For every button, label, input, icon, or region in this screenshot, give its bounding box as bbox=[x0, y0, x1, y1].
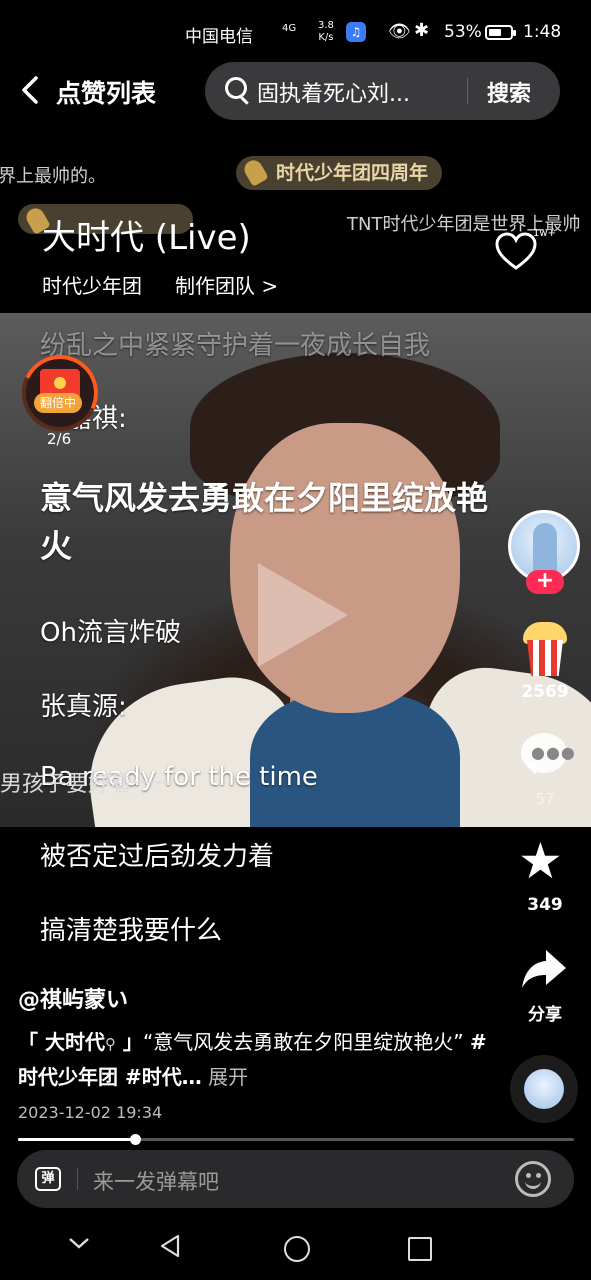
danmaku-input[interactable]: 来一发弹幕吧 bbox=[93, 1166, 219, 1196]
star-icon[interactable]: ★ bbox=[518, 836, 563, 886]
lyric-line: 被否定过后劲发力着 bbox=[40, 842, 275, 872]
heart-icon bbox=[495, 232, 537, 270]
nav-back-button[interactable] bbox=[158, 1233, 182, 1263]
comment-icon[interactable]: ●●● bbox=[521, 733, 575, 779]
network-speed: 3.8 K/s bbox=[318, 20, 334, 43]
progress-fill bbox=[18, 1138, 135, 1141]
system-nav-bar bbox=[0, 1215, 591, 1280]
search-button[interactable]: 搜索 bbox=[487, 76, 531, 108]
clock: 1:48 bbox=[523, 22, 562, 42]
red-packet-badge: 翻倍中 bbox=[34, 393, 83, 413]
chevron-down-icon bbox=[69, 1238, 89, 1249]
song-like-button[interactable] bbox=[494, 232, 538, 272]
nav-hide-button[interactable] bbox=[67, 1229, 91, 1257]
status-bar: 中国电信 4G 3.8 K/s ♫ 👁 ✱ 53% 1:48 bbox=[0, 0, 591, 66]
play-icon[interactable] bbox=[258, 563, 348, 667]
favorite-count: 349 bbox=[527, 895, 563, 915]
divider bbox=[77, 1168, 78, 1190]
network-indicator: 4G bbox=[282, 23, 297, 34]
popcorn-icon[interactable] bbox=[521, 622, 569, 676]
microphone-icon bbox=[241, 157, 269, 187]
post-caption[interactable]: 「 大时代⚲ 」“意气风发去勇敢在夕阳里绽放艳火” #时代少年团 #时代… 展开 bbox=[18, 1026, 498, 1094]
emoji-icon[interactable] bbox=[515, 1161, 551, 1197]
share-icon[interactable] bbox=[520, 948, 568, 1000]
carrier-label: 中国电信 bbox=[185, 27, 253, 47]
author-name[interactable]: @祺屿蒙い bbox=[18, 982, 128, 1014]
video-figure-shirt bbox=[250, 693, 460, 827]
lyric-line: 搞清楚我要什么 bbox=[40, 916, 223, 946]
search-icon bbox=[225, 77, 247, 99]
danmaku-comment: 男孩子要好看一一 bbox=[0, 772, 177, 797]
bluetooth-icon: ✱ bbox=[414, 20, 430, 41]
video-progress-bar[interactable] bbox=[18, 1134, 574, 1145]
lyric-current-line: 意气风发去勇敢在夕阳里绽放艳火 bbox=[40, 479, 489, 565]
danmaku-input-bar[interactable]: 弹 来一发弹幕吧 bbox=[17, 1150, 574, 1208]
follow-button[interactable]: + bbox=[526, 570, 564, 594]
chevron-left-icon bbox=[22, 76, 38, 104]
post-date: 2023-12-02 19:34 bbox=[18, 1103, 163, 1122]
expand-button[interactable]: 展开 bbox=[202, 1065, 248, 1089]
eye-icon: 👁 bbox=[388, 21, 411, 42]
music-disc-icon[interactable] bbox=[510, 1055, 578, 1123]
song-title[interactable]: 大时代 (Live) bbox=[42, 210, 251, 259]
like-count: 2569 bbox=[521, 682, 569, 702]
triangle-back-icon bbox=[160, 1234, 180, 1258]
search-input[interactable]: 固执着死心刘... bbox=[257, 76, 447, 108]
lyric-line: 张真源: bbox=[40, 692, 127, 722]
share-label: 分享 bbox=[528, 1005, 562, 1025]
search-icon: ⚲ bbox=[104, 1035, 116, 1053]
nav-home-button[interactable] bbox=[284, 1236, 310, 1262]
lyric-line: 纷乱之中紧紧守护着一夜成长自我 bbox=[40, 331, 431, 361]
search-divider bbox=[467, 78, 468, 104]
danmaku-toggle-icon[interactable]: 弹 bbox=[35, 1167, 61, 1191]
page-title: 点赞列表 bbox=[56, 79, 157, 108]
song-like-count: 1w+ bbox=[533, 228, 556, 239]
credits-link[interactable]: 制作团队 > bbox=[175, 270, 278, 299]
danmaku-comment: 界上最帅的。 bbox=[0, 166, 106, 187]
nav-recents-button[interactable] bbox=[408, 1237, 432, 1261]
back-button[interactable] bbox=[18, 72, 52, 112]
caption-song-link[interactable]: 大时代 bbox=[45, 1030, 105, 1054]
comment-count: 57 bbox=[535, 790, 555, 808]
progress-handle[interactable] bbox=[129, 1134, 141, 1145]
artist-link[interactable]: 时代少年团 bbox=[42, 270, 142, 299]
lyric-line: Oh流言炸破 bbox=[40, 618, 181, 648]
music-app-icon: ♫ bbox=[346, 22, 366, 42]
danmaku-tag[interactable]: 时代少年团四周年 bbox=[236, 156, 443, 190]
battery-percent: 53% bbox=[444, 22, 482, 42]
battery-icon bbox=[485, 25, 516, 40]
search-bar[interactable]: 固执着死心刘... 搜索 bbox=[205, 62, 560, 120]
hashtag-link[interactable]: #时代… bbox=[118, 1065, 202, 1089]
red-packet-count: 2/6 bbox=[47, 430, 72, 448]
